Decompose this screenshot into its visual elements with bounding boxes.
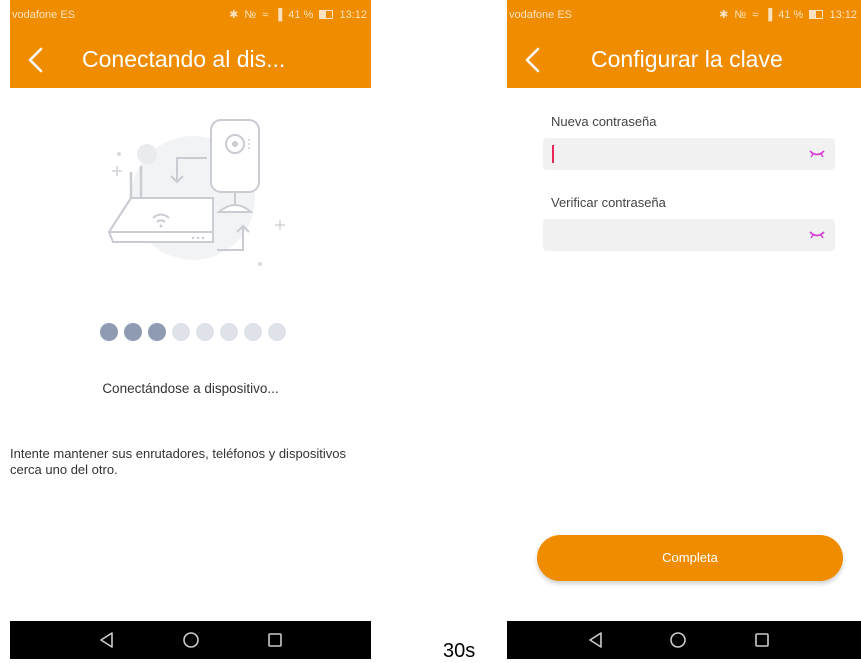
signal-icon: ▐ <box>764 9 773 21</box>
bluetooth-icon: ✱ <box>719 9 729 21</box>
bluetooth-icon: ✱ <box>229 9 239 21</box>
battery-icon <box>319 10 334 19</box>
carrier-name: vodafone ES <box>509 9 572 21</box>
complete-button[interactable]: Completa <box>537 535 843 581</box>
page-title: Configurar la clave <box>591 46 783 72</box>
status-bar: vodafone ES ✱ № ≈ ▐ 41 % 13:12 <box>507 0 861 32</box>
text-cursor <box>552 145 554 163</box>
app-bar: Configurar la clave <box>507 32 861 88</box>
back-triangle-icon[interactable] <box>96 629 118 651</box>
new-password-field[interactable] <box>543 138 835 170</box>
progress-dot-empty <box>172 323 190 341</box>
progress-dot-empty <box>220 323 238 341</box>
recents-square-icon[interactable] <box>264 629 286 651</box>
progress-dot-empty <box>268 323 286 341</box>
verify-password-field[interactable] <box>543 219 835 251</box>
connecting-screen: vodafone ES ✱ № ≈ ▐ 41 % 13:12 Conectand… <box>10 0 371 659</box>
carrier-name: vodafone ES <box>12 9 75 21</box>
battery-percent: 41 % <box>778 9 804 21</box>
clock: 13:12 <box>339 9 367 21</box>
progress-dot-filled <box>100 323 118 341</box>
verify-password-input[interactable] <box>543 219 813 251</box>
nfc-icon: № <box>734 9 747 21</box>
nfc-icon: № <box>244 9 257 21</box>
set-password-screen: vodafone ES ✱ № ≈ ▐ 41 % 13:12 Configura… <box>507 0 861 659</box>
clock: 13:12 <box>829 9 857 21</box>
recents-square-icon[interactable] <box>751 629 773 651</box>
battery-percent: 41 % <box>288 9 314 21</box>
progress-dot-filled <box>124 323 142 341</box>
status-bar: vodafone ES ✱ № ≈ ▐ 41 % 13:12 <box>10 0 371 32</box>
connecting-status: Conectándose a dispositivo... <box>102 381 279 396</box>
eye-closed-icon[interactable] <box>809 230 825 240</box>
app-bar: Conectando al dis... <box>10 32 371 88</box>
signal-icon: ▐ <box>274 9 283 21</box>
page-title: Conectando al dis... <box>82 46 286 72</box>
proximity-hint: Intente mantener sus enrutadores, teléfo… <box>10 446 347 477</box>
system-nav-bar <box>10 621 371 659</box>
elapsed-label: 30s <box>443 640 476 662</box>
eye-closed-icon[interactable] <box>809 149 825 159</box>
battery-icon <box>809 10 824 19</box>
home-circle-icon[interactable] <box>180 629 202 651</box>
back-arrow-icon[interactable] <box>24 46 50 74</box>
progress-dot-empty <box>244 323 262 341</box>
back-triangle-icon[interactable] <box>585 629 607 651</box>
progress-dot-filled <box>148 323 166 341</box>
new-password-label: Nueva contraseña <box>551 114 657 129</box>
wifi-status-icon: ≈ <box>262 9 269 21</box>
back-arrow-icon[interactable] <box>521 46 547 74</box>
router-camera-illustration <box>107 119 285 266</box>
progress-dot-empty <box>196 323 214 341</box>
home-circle-icon[interactable] <box>667 629 689 651</box>
new-password-input[interactable] <box>543 138 813 170</box>
wifi-status-icon: ≈ <box>752 9 759 21</box>
system-nav-bar <box>507 621 861 659</box>
verify-password-label: Verificar contraseña <box>551 195 666 210</box>
